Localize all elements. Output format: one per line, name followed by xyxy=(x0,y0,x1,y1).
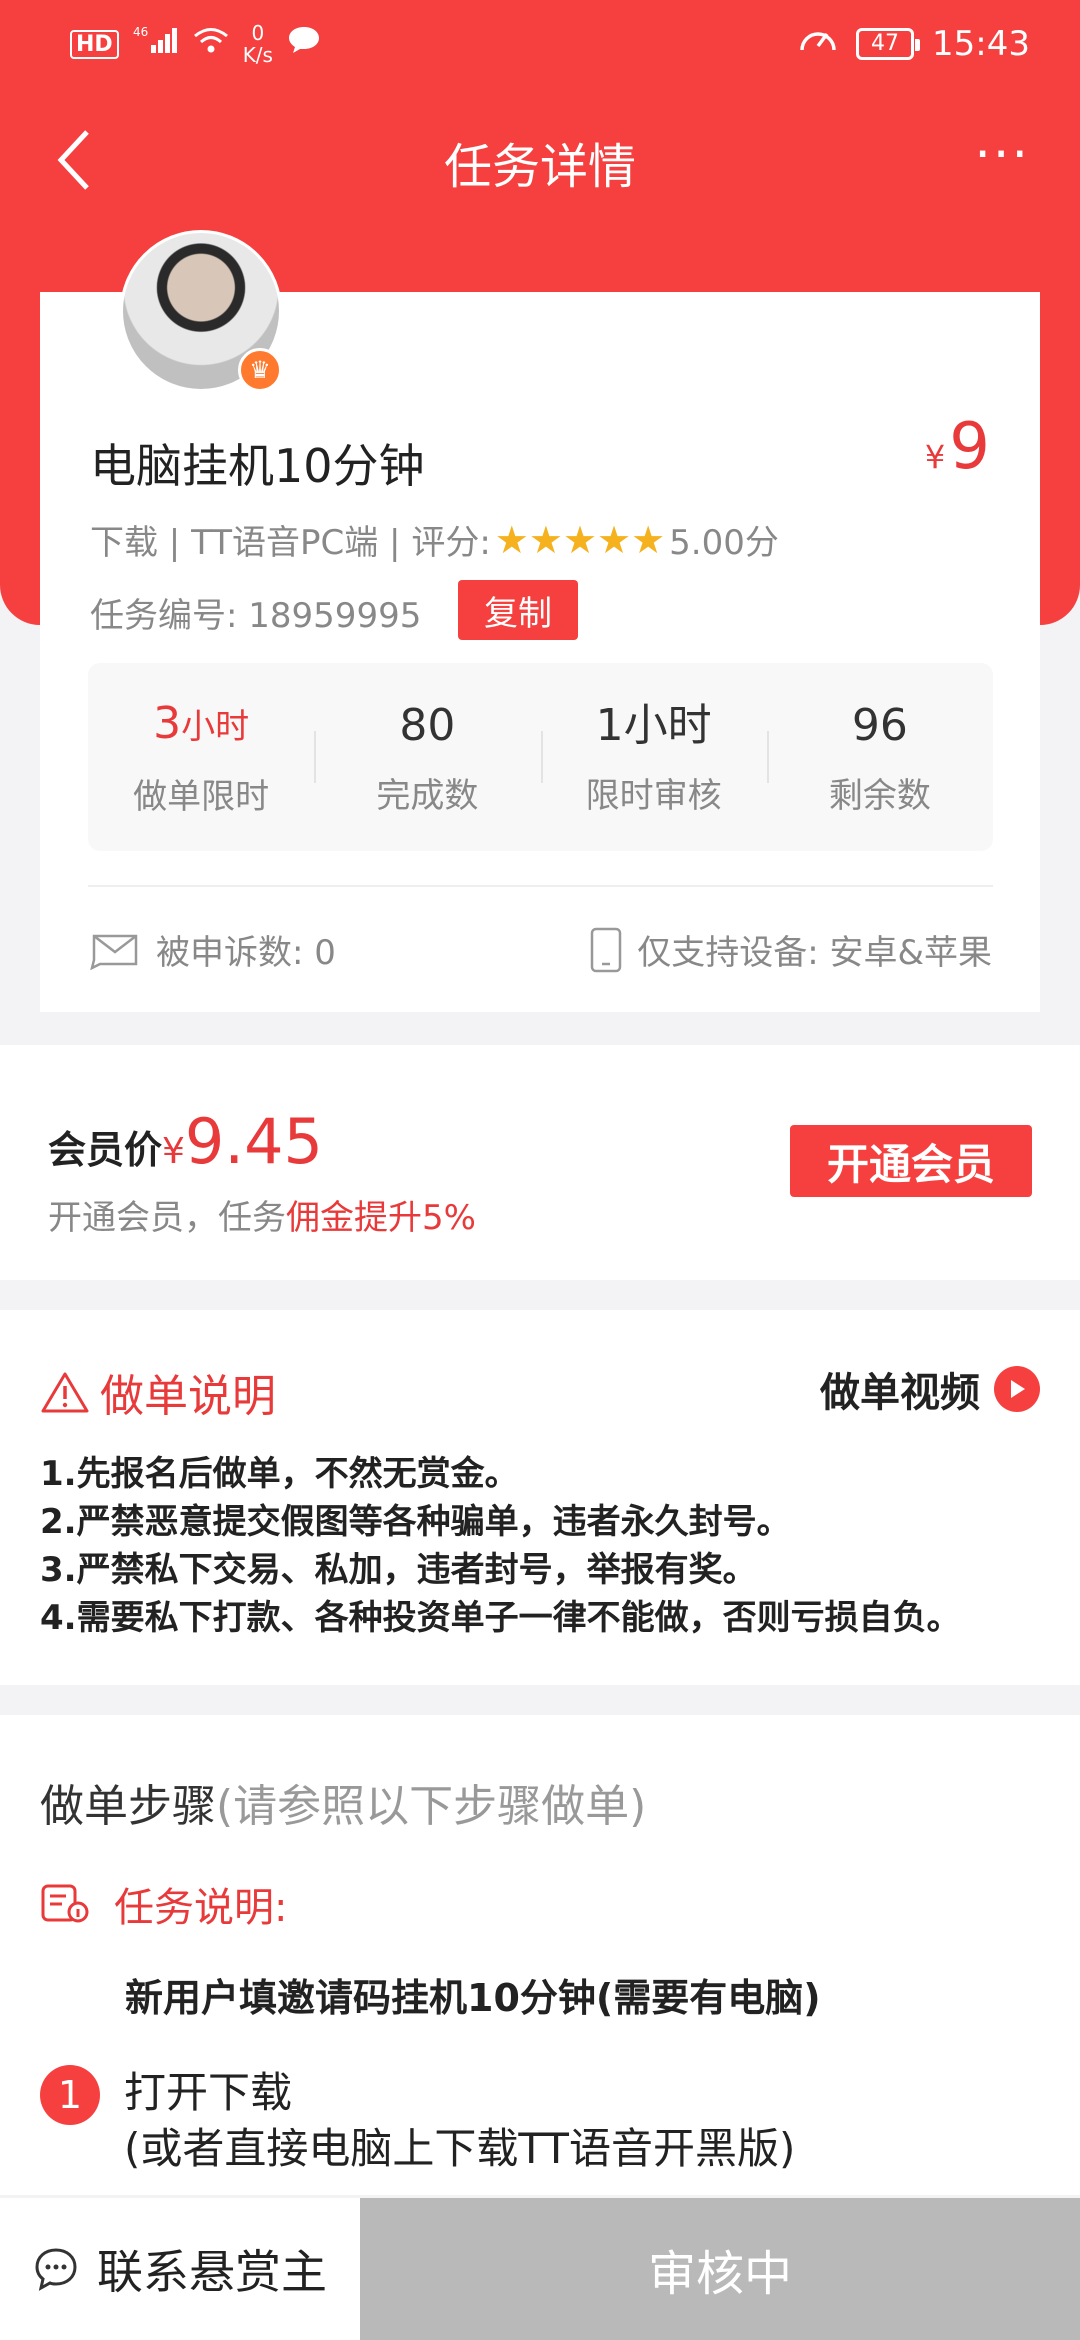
devices-text: 仅支持设备: 安卓&苹果 xyxy=(637,933,992,973)
phone-icon xyxy=(590,927,622,972)
status-right: 47 15:43 xyxy=(798,22,1030,65)
member-price-row: 会员价 ¥9.45 xyxy=(48,1105,323,1178)
tutorial-video-link[interactable]: 做单视频 xyxy=(820,1360,1040,1418)
instructions-section: 做单说明 做单视频 1.先报名后做单，不然无赏金。 2.严禁恶意提交假图等各种骗… xyxy=(0,1310,1080,1685)
rule-item: 3.严禁私下交易、私加，违者封号，举报有奖。 xyxy=(40,1550,757,1590)
star-icon: ★ xyxy=(562,517,598,562)
copy-button[interactable]: 复制 xyxy=(458,580,578,640)
task-stats: 3小时 做单限时 80 完成数 1小时 限时审核 96 剩余数 xyxy=(88,663,993,851)
stat-review-limit: 1小时 限时审核 xyxy=(540,663,767,851)
member-price-label: 会员价 xyxy=(48,1128,163,1172)
task-number-value: 18959995 xyxy=(248,596,422,636)
member-description: 开通会员，任务佣金提升5% xyxy=(48,1198,476,1238)
task-description: 新用户填邀请码挂机10分钟(需要有电脑) xyxy=(125,1976,821,2020)
status-left: HD 46 0 K/s xyxy=(70,22,321,66)
open-membership-button[interactable]: 开通会员 xyxy=(790,1125,1032,1197)
complaints-text: 被申诉数: 0 xyxy=(156,933,336,973)
svg-text:46: 46 xyxy=(133,25,148,39)
hd-badge: HD xyxy=(70,29,119,59)
contact-publisher-button[interactable]: 联系悬赏主 xyxy=(0,2198,360,2340)
chat-icon xyxy=(35,2248,77,2291)
stat-label: 剩余数 xyxy=(828,775,931,816)
stat-label: 限时审核 xyxy=(585,775,722,816)
steps-title: 做单步骤(请参照以下步骤做单) xyxy=(40,1781,647,1832)
warning-icon xyxy=(41,1372,89,1413)
steps-section: 做单步骤(请参照以下步骤做单) 任务说明: 新用户填邀请码挂机10分钟(需要有电… xyxy=(0,1715,1080,2195)
instructions-title: 做单说明 xyxy=(100,1371,276,1422)
video-label: 做单视频 xyxy=(820,1370,980,1416)
speedometer-icon xyxy=(798,22,838,65)
chat-bubble-icon xyxy=(287,24,321,64)
nav-bar: 任务详情 ··· xyxy=(0,105,1080,215)
envelope-icon xyxy=(90,934,138,970)
bottom-action-bar: 联系悬赏主 审核中 xyxy=(0,2198,1080,2340)
task-card xyxy=(40,292,1040,1012)
star-icon: ★ xyxy=(494,517,529,562)
price-symbol: ¥ xyxy=(924,438,946,476)
task-description-header: 任务说明: xyxy=(40,1875,287,1933)
stat-time-limit: 3小时 做单限时 xyxy=(88,663,314,851)
divider xyxy=(88,885,993,887)
rating-value: 5.00分 xyxy=(669,523,779,563)
net-speed: 0 K/s xyxy=(243,22,273,66)
more-menu-button[interactable]: ··· xyxy=(974,129,1030,181)
complaints-info: 被申诉数: 0 xyxy=(88,925,336,974)
stat-value: 80 xyxy=(399,699,456,751)
stat-value: 3小时 xyxy=(153,698,250,749)
devices-info: 仅支持设备: 安卓&苹果 xyxy=(589,925,992,974)
stat-value: 96 xyxy=(851,699,908,751)
net-speed-unit: K/s xyxy=(242,43,273,67)
page-title: 任务详情 xyxy=(443,139,636,195)
step-item: 1 打开下载 (或者直接电脑上下载TT语音开黑版) xyxy=(40,2065,795,2177)
star-icon: ★ xyxy=(631,517,666,562)
rule-item: 1.先报名后做单，不然无赏金。 xyxy=(40,1454,519,1494)
rule-item: 4.需要私下打款、各种投资单子一律不能做，否则亏损自负。 xyxy=(40,1598,961,1638)
rating-stars: ★ ★ ★ ★ ★ xyxy=(495,521,665,559)
task-description-label: 任务说明: xyxy=(114,1885,288,1931)
step-text: 打开下载 (或者直接电脑上下载TT语音开黑版) xyxy=(124,2068,796,2173)
member-price: ¥9.45 xyxy=(162,1105,323,1178)
play-icon xyxy=(994,1366,1040,1412)
battery-icon: 47 xyxy=(856,27,921,60)
rules-list: 1.先报名后做单，不然无赏金。 2.严禁恶意提交假图等各种骗单，违者永久封号。 … xyxy=(40,1450,961,1642)
document-info-icon xyxy=(41,1884,89,1923)
stat-label: 完成数 xyxy=(376,775,479,816)
crown-badge-icon: ♛ xyxy=(238,348,282,392)
task-price: ¥9 xyxy=(925,410,990,484)
member-highlight: 佣金提升5% xyxy=(286,1198,476,1238)
signal-icon: 46 xyxy=(133,24,179,64)
stat-value: 1小时 xyxy=(595,699,712,751)
task-number-label: 任务编号: xyxy=(90,596,238,636)
status-time: 15:43 xyxy=(932,23,1030,64)
stat-remaining: 96 剩余数 xyxy=(766,663,993,851)
status-bar: HD 46 0 K/s 47 15:43 xyxy=(0,0,1080,95)
star-icon: ★ xyxy=(528,517,563,562)
steps-subtitle: (请参照以下步骤做单) xyxy=(216,1781,647,1832)
stat-label: 做单限时 xyxy=(133,777,270,817)
stat-completed: 80 完成数 xyxy=(314,663,540,851)
wifi-icon xyxy=(193,24,229,64)
task-title: 电脑挂机10分钟 xyxy=(90,439,425,493)
step-number: 1 xyxy=(40,2065,100,2125)
member-section: 会员价 ¥9.45 开通会员，任务佣金提升5% 开通会员 xyxy=(0,1045,1080,1280)
net-speed-value: 0 xyxy=(251,21,265,45)
price-value: 9 xyxy=(949,410,990,484)
instructions-header: 做单说明 xyxy=(40,1360,276,1424)
rule-item: 2.严禁恶意提交假图等各种骗单，违者永久封号。 xyxy=(40,1502,791,1542)
contact-label: 联系悬赏主 xyxy=(97,2245,327,2299)
star-icon: ★ xyxy=(597,517,632,562)
task-number: 任务编号: 18959995 xyxy=(90,588,421,637)
task-meta: 下载 | TT语音PC端 | 评分: ★ ★ ★ ★ ★ 5.00分 xyxy=(90,515,779,564)
review-status-button[interactable]: 审核中 xyxy=(360,2198,1080,2340)
task-meta-text: 下载 | TT语音PC端 | 评分: xyxy=(90,523,491,563)
